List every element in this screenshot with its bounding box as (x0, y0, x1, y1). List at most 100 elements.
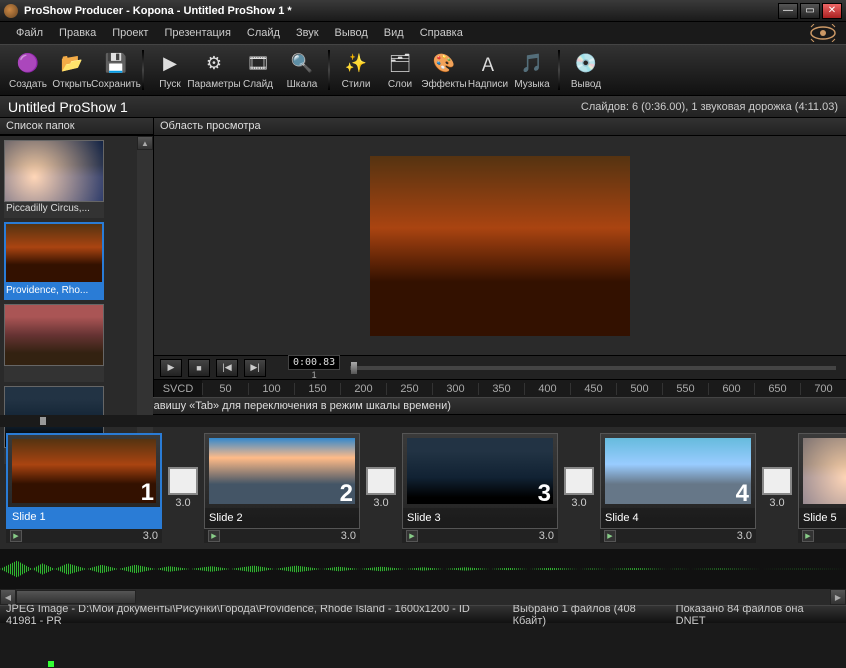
ruler-tick: 400 (524, 383, 570, 395)
menu-файл[interactable]: Файл (8, 24, 51, 42)
slide-item[interactable]: Slide 5 (798, 433, 846, 529)
toolbar-create-button[interactable]: 🟣Создать (6, 46, 50, 94)
ruler-tick: 450 (570, 383, 616, 395)
playback-controls: ▶ ■ |◀ ▶| 0:00.83 1 (154, 355, 846, 379)
toolbar-music-button[interactable]: 🎵Музыка (510, 46, 554, 94)
thumbnail-item[interactable]: Piccadilly Circus,... (4, 140, 104, 218)
preview-area[interactable] (154, 136, 846, 355)
slide-name: Slide 1 (12, 511, 156, 523)
ruler-tick: 250 (386, 383, 432, 395)
menu-презентация[interactable]: Презентация (156, 24, 238, 42)
slide-icon: 🎞 (245, 51, 271, 77)
transition-item[interactable]: 3.0 (564, 433, 594, 543)
ruler-tick: 600 (708, 383, 754, 395)
toolbar-layers-button[interactable]: 🗂Слои (378, 46, 422, 94)
slide-item[interactable]: 2Slide 2 (204, 433, 360, 529)
toolbar-effects-button[interactable]: 🎨 Эффекты (422, 46, 466, 94)
toolbar-params-button[interactable]: ⚙Параметры (192, 46, 236, 94)
minimize-button[interactable]: — (778, 3, 798, 19)
ruler-tick: 150 (294, 383, 340, 395)
thumbnail-item[interactable] (4, 304, 104, 382)
folder-panel-title: Список папок (0, 118, 153, 135)
slide-duration: 3.0 (143, 530, 158, 542)
slide-marker-row (0, 415, 846, 427)
playback-slider[interactable] (350, 366, 836, 370)
transition-icon (366, 467, 396, 495)
ruler-tick: 650 (754, 383, 800, 395)
toolbar-captions-button[interactable]: Ａ Надписи (466, 46, 510, 94)
ruler-indicator-icon (48, 661, 54, 667)
toolbar-label: Надписи (468, 79, 508, 90)
transition-item[interactable]: 3.0 (762, 433, 792, 543)
thumbnail-item[interactable]: Providence, Rho... (4, 222, 104, 300)
scrollbar-thumb[interactable] (16, 590, 136, 604)
stop-button[interactable]: ■ (188, 359, 210, 377)
project-title: Untitled ProShow 1 (8, 99, 128, 115)
menu-слайд[interactable]: Слайд (239, 24, 288, 42)
toolbar-output-button[interactable]: 💿Вывод (564, 46, 608, 94)
next-button[interactable]: ▶| (244, 359, 266, 377)
captions-icon: Ａ (475, 51, 501, 77)
toolbar-slide-button[interactable]: 🎞Слайд (236, 46, 280, 94)
slide-duration: 3.0 (737, 530, 752, 542)
transition-icon (564, 467, 594, 495)
thumbnail-image (4, 304, 104, 366)
play-icon: ▶ (157, 51, 183, 77)
slide-play-icon[interactable]: ▶ (604, 530, 616, 542)
thumbnail-image (4, 222, 104, 284)
transition-item[interactable]: 3.0 (366, 433, 396, 543)
slide-name: Slide 5 (803, 512, 846, 524)
toolbar-scale-button[interactable]: 🔍Шкала (280, 46, 324, 94)
slide-duration: 3.0 (341, 530, 356, 542)
slide-play-icon[interactable]: ▶ (802, 530, 814, 542)
menu-правка[interactable]: Правка (51, 24, 104, 42)
slide-item[interactable]: 3Slide 3 (402, 433, 558, 529)
close-button[interactable]: ✕ (822, 3, 842, 19)
menu-вывод[interactable]: Вывод (327, 24, 376, 42)
scroll-up-icon[interactable]: ▲ (137, 136, 153, 150)
slide-thumbnail (407, 438, 553, 504)
maximize-button[interactable]: ▭ (800, 3, 820, 19)
slide-thumbnail (209, 438, 355, 504)
menu-проект[interactable]: Проект (104, 24, 156, 42)
window-title: ProShow Producer - Kopona - Untitled Pro… (24, 5, 778, 17)
slide-item[interactable]: 1Slide 1 (6, 433, 162, 529)
effects-icon: 🎨 (431, 51, 457, 77)
ruler-tick: 700 (800, 383, 846, 395)
transition-duration: 3.0 (769, 497, 784, 509)
toolbar-open-button[interactable]: 📂Открыть (50, 46, 94, 94)
play-button[interactable]: ▶ (160, 359, 182, 377)
toolbar-label: Эффекты (421, 79, 466, 90)
format-label[interactable]: SVCD (154, 380, 202, 397)
menu-справка[interactable]: Справка (412, 24, 471, 42)
ruler-tick: 300 (432, 383, 478, 395)
slide-play-icon[interactable]: ▶ (406, 530, 418, 542)
preview-eye-icon[interactable] (808, 24, 838, 42)
toolbar-label: Открыть (52, 79, 91, 90)
toolbar-label: Шкала (287, 79, 318, 90)
slide-name: Slide 4 (605, 512, 751, 524)
slide-play-icon[interactable]: ▶ (208, 530, 220, 542)
timeline-scrollbar[interactable]: ◀ ▶ (0, 589, 846, 605)
audio-waveform[interactable] (0, 549, 846, 589)
slide-play-icon[interactable]: ▶ (10, 530, 22, 542)
menu-вид[interactable]: Вид (376, 24, 412, 42)
output-icon: 💿 (573, 51, 599, 77)
toolbar-play-button[interactable]: ▶Пуск (148, 46, 192, 94)
toolbar-styles-button[interactable]: ✨Стили (334, 46, 378, 94)
params-icon: ⚙ (201, 51, 227, 77)
slide-duration: 3.0 (539, 530, 554, 542)
slide-thumbnail (605, 438, 751, 504)
status-selection: Выбрано 1 файлов (408 Кбайт) (513, 603, 676, 627)
prev-button[interactable]: |◀ (216, 359, 238, 377)
slide-marker-icon[interactable] (40, 417, 46, 425)
slide-item[interactable]: 4 Slide 4 (600, 433, 756, 529)
slide-strip[interactable]: 1Slide 1▶3.03.02Slide 2▶3.03.03Slide 3▶3… (0, 427, 846, 549)
slide-thumbnail (12, 439, 156, 503)
transition-item[interactable]: 3.0 (168, 433, 198, 543)
slide-name: Slide 3 (407, 512, 553, 524)
preview-panel-title: Область просмотра (154, 118, 846, 136)
toolbar-save-button[interactable]: 💾Сохранить (94, 46, 138, 94)
menu-звук[interactable]: Звук (288, 24, 327, 42)
slide-number: 4 (736, 480, 749, 508)
